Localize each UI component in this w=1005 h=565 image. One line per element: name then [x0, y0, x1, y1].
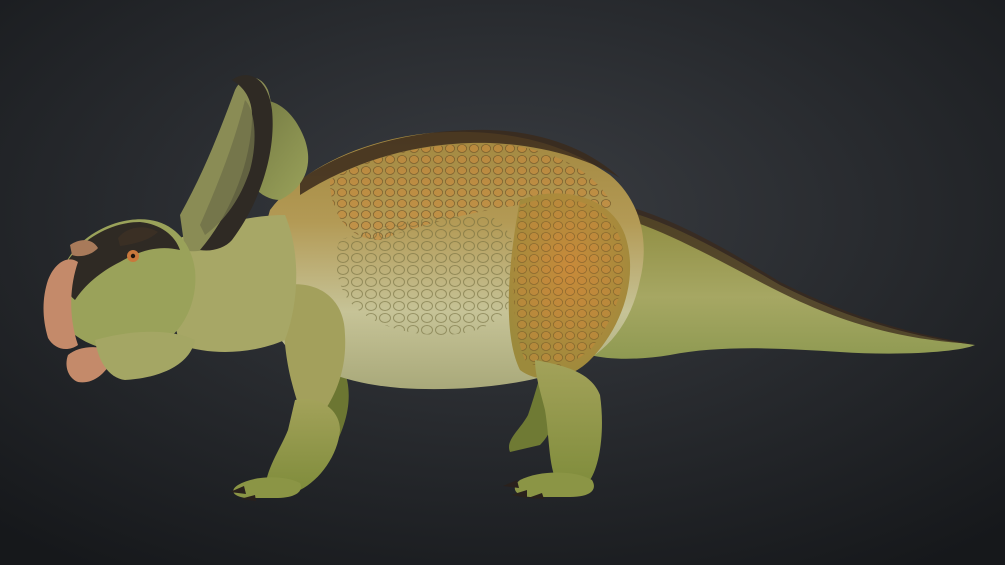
eye-pupil [130, 253, 136, 259]
render-viewport [0, 0, 1005, 565]
ceratopsian-dinosaur [43, 75, 975, 501]
jaw [95, 331, 195, 380]
